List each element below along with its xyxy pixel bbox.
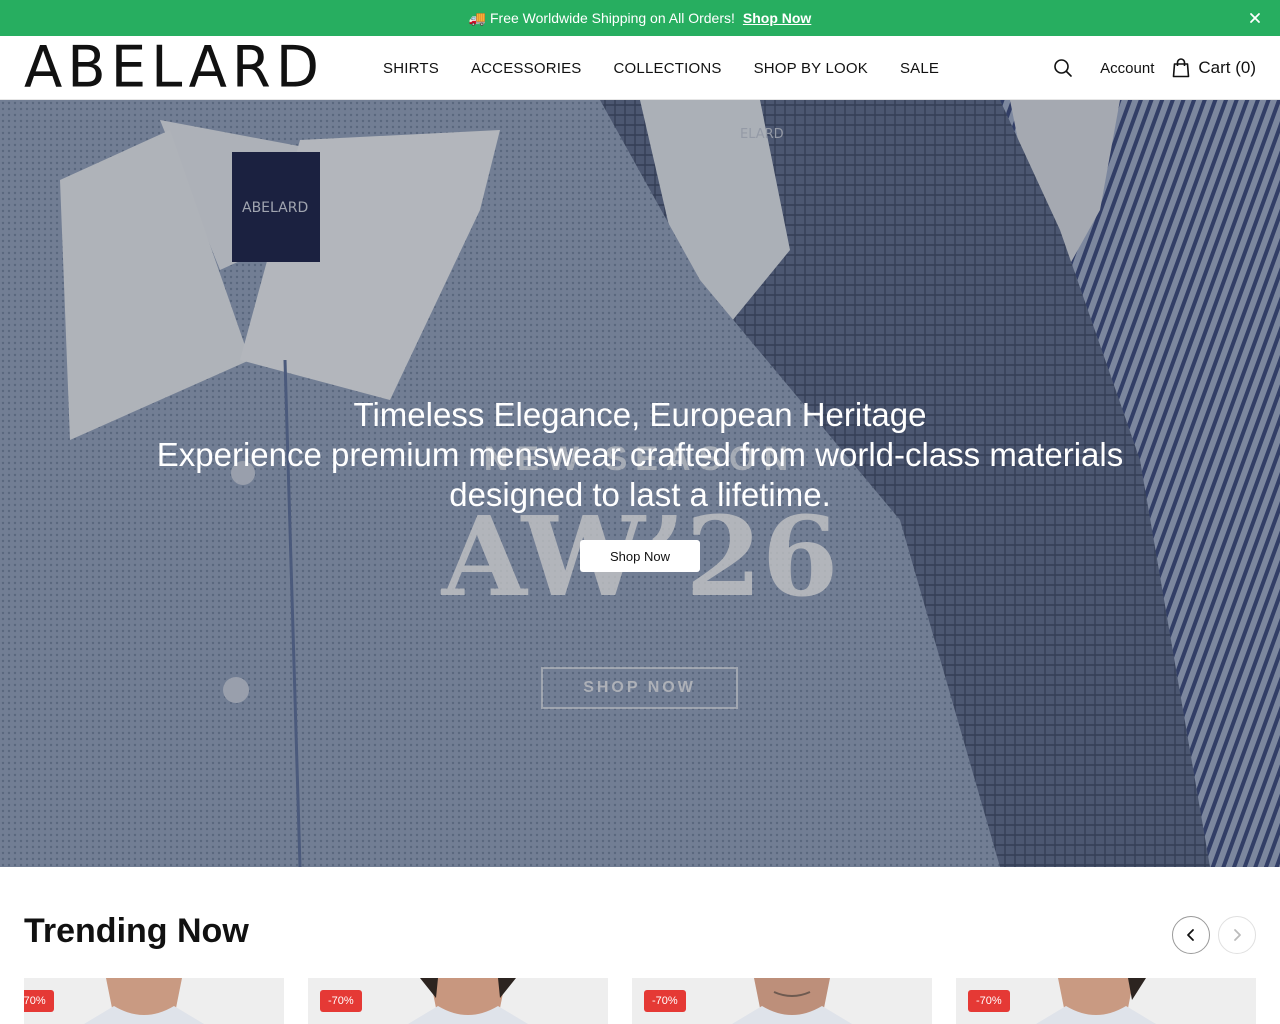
carousel-next-button[interactable] (1218, 916, 1256, 954)
sale-badge: -70% (644, 990, 686, 1012)
hero-title: Timeless Elegance, European Heritage (353, 396, 927, 433)
product-card[interactable]: -70% (24, 978, 284, 1024)
chevron-left-icon (1187, 929, 1194, 941)
product-image (732, 978, 852, 1024)
announcement-text: 🚚 Free Worldwide Shipping on All Orders! (468, 9, 735, 26)
announcement-shop-now-link[interactable]: Shop Now (743, 10, 811, 26)
cart-label: Cart (0) (1198, 58, 1256, 77)
chevron-right-icon (1234, 929, 1241, 941)
hero-subtitle: Experience premium menswear crafted from… (156, 436, 1124, 513)
product-card[interactable]: -70% (956, 978, 1256, 1024)
nav-item-sale[interactable]: SALE (900, 60, 939, 77)
product-image (1036, 978, 1156, 1024)
sale-badge: -70% (968, 990, 1010, 1012)
shopping-bag-icon (1173, 58, 1190, 78)
hero-banner: ABELARD ELARD NEW SEASON AW’26 SHOP NOW … (0, 100, 1280, 867)
cart-button[interactable]: Cart (0) (1172, 58, 1256, 78)
sale-badge: -70% (24, 990, 54, 1012)
nav-item-accessories[interactable]: ACCESSORIES (471, 60, 582, 77)
header-tools: Account Cart (0) (1052, 36, 1256, 100)
close-icon[interactable] (1246, 9, 1264, 27)
product-card[interactable]: -70% (308, 978, 608, 1024)
hero-shop-now-button[interactable]: Shop Now (580, 540, 700, 572)
site-header: ABELARD SHIRTS ACCESSORIES COLLECTIONS S… (0, 36, 1280, 100)
account-link[interactable]: Account (1100, 60, 1154, 77)
product-card[interactable]: -70% (632, 978, 932, 1024)
product-image (84, 978, 204, 1024)
nav-item-shop-by-look[interactable]: SHOP BY LOOK (754, 60, 868, 77)
trending-section-title: Trending Now (24, 912, 249, 950)
nav-item-shirts[interactable]: SHIRTS (383, 60, 439, 77)
product-image (408, 978, 528, 1024)
announcement-bar: 🚚 Free Worldwide Shipping on All Orders!… (0, 0, 1280, 36)
sale-badge: -70% (320, 990, 362, 1012)
brand-logo[interactable]: ABELARD (24, 37, 324, 98)
main-nav: SHIRTS ACCESSORIES COLLECTIONS SHOP BY L… (383, 36, 939, 100)
carousel-prev-button[interactable] (1172, 916, 1210, 954)
hero-season-shop-button[interactable]: SHOP NOW (541, 667, 738, 709)
nav-item-collections[interactable]: COLLECTIONS (614, 60, 722, 77)
search-icon[interactable] (1052, 57, 1074, 79)
